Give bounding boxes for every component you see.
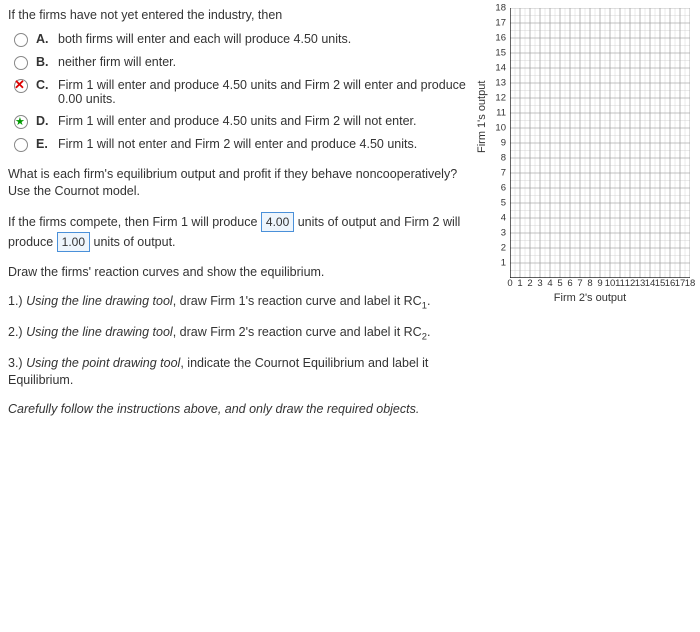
choice-text: Firm 1 will enter and produce 4.50 units… <box>58 114 478 128</box>
choice-letter: B. <box>36 55 52 69</box>
answer-input-1[interactable]: 4.00 <box>261 212 294 232</box>
step-tool: Using the line drawing tool <box>26 325 173 339</box>
q2-text-c: units of output. <box>94 235 176 249</box>
choice-letter: C. <box>36 78 52 92</box>
y-axis-label: Firm 1's output <box>476 81 488 153</box>
step-2: 2.) Using the line drawing tool, draw Fi… <box>8 324 478 343</box>
choice-letter: E. <box>36 137 52 151</box>
y-ticks: 123456789101112131415161718 <box>490 8 508 278</box>
choice-c[interactable]: C. Firm 1 will enter and produce 4.50 un… <box>8 78 478 106</box>
choice-d[interactable]: D. Firm 1 will enter and produce 4.50 un… <box>8 114 478 129</box>
step-tool: Using the point drawing tool <box>26 356 180 370</box>
choice-e[interactable]: E. Firm 1 will not enter and Firm 2 will… <box>8 137 478 152</box>
radio-icon[interactable] <box>14 33 28 47</box>
choice-list: A. both firms will enter and each will p… <box>8 32 478 152</box>
q2-text-a: If the firms compete, then Firm 1 will p… <box>8 215 257 229</box>
caution-text: Carefully follow the instructions above,… <box>8 401 478 418</box>
choice-letter: A. <box>36 32 52 46</box>
choice-letter: D. <box>36 114 52 128</box>
q2-sentence: If the firms compete, then Firm 1 will p… <box>8 212 478 252</box>
step-1: 1.) Using the line drawing tool, draw Fi… <box>8 293 478 312</box>
step-rest: , draw Firm 1's reaction curve and label… <box>173 294 422 308</box>
choice-text: both firms will enter and each will prod… <box>58 32 478 46</box>
step-num: 1.) <box>8 294 23 308</box>
choice-text: Firm 1 will not enter and Firm 2 will en… <box>58 137 478 151</box>
radio-icon-wrong[interactable] <box>14 79 28 93</box>
x-ticks: 0123456789101112131415161718 <box>510 278 690 290</box>
step-tail: . <box>427 325 430 339</box>
choice-text: neither firm will enter. <box>58 55 478 69</box>
choice-text: Firm 1 will enter and produce 4.50 units… <box>58 78 478 106</box>
step-num: 2.) <box>8 325 23 339</box>
draw-prompt: Draw the firms' reaction curves and show… <box>8 264 478 281</box>
radio-icon[interactable] <box>14 56 28 70</box>
step-rest: , draw Firm 2's reaction curve and label… <box>173 325 422 339</box>
q2-lead: What is each firm's equilibrium output a… <box>8 166 478 200</box>
step-num: 3.) <box>8 356 23 370</box>
step-3: 3.) Using the point drawing tool, indica… <box>8 355 478 389</box>
choice-b[interactable]: B. neither firm will enter. <box>8 55 478 70</box>
step-tail: . <box>427 294 430 308</box>
radio-icon-correct[interactable] <box>14 115 28 129</box>
step-tool: Using the line drawing tool <box>26 294 173 308</box>
radio-icon[interactable] <box>14 138 28 152</box>
chart-area[interactable]: Firm 1's output 123456789101112131415161… <box>490 8 690 304</box>
question-prompt: If the firms have not yet entered the in… <box>8 8 478 22</box>
x-axis-label: Firm 2's output <box>490 292 690 304</box>
chart-grid[interactable] <box>510 8 690 278</box>
answer-input-2[interactable]: 1.00 <box>57 232 90 252</box>
choice-a[interactable]: A. both firms will enter and each will p… <box>8 32 478 47</box>
